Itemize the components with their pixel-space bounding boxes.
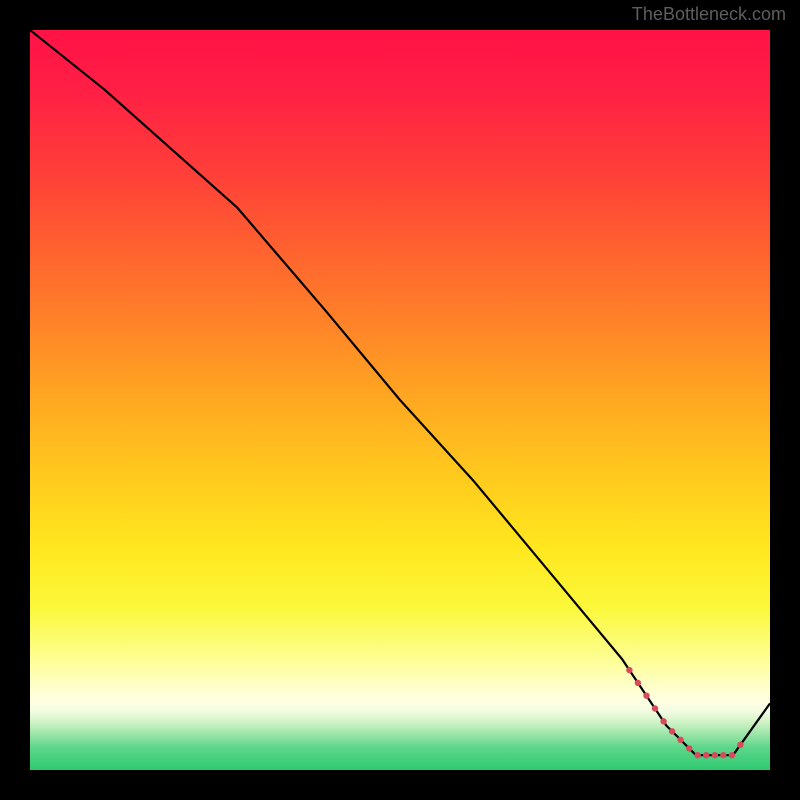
marker-dot	[626, 667, 632, 673]
marker-dot	[643, 693, 649, 699]
marker-dot	[695, 752, 701, 758]
marker-dot	[703, 752, 709, 758]
watermark-text: TheBottleneck.com	[632, 4, 786, 25]
plot-area	[30, 30, 770, 770]
marker-dot	[737, 742, 743, 748]
marker-dot	[652, 705, 658, 711]
marker-dot	[712, 752, 718, 758]
marker-dot	[635, 680, 641, 686]
chart-svg	[30, 30, 770, 770]
marker-dot	[669, 728, 675, 734]
marker-dot	[660, 718, 666, 724]
marker-dot	[720, 752, 726, 758]
marker-dot	[729, 752, 735, 758]
marker-dot	[686, 745, 692, 751]
chart-line-path	[30, 30, 770, 755]
marker-dot	[677, 737, 683, 743]
